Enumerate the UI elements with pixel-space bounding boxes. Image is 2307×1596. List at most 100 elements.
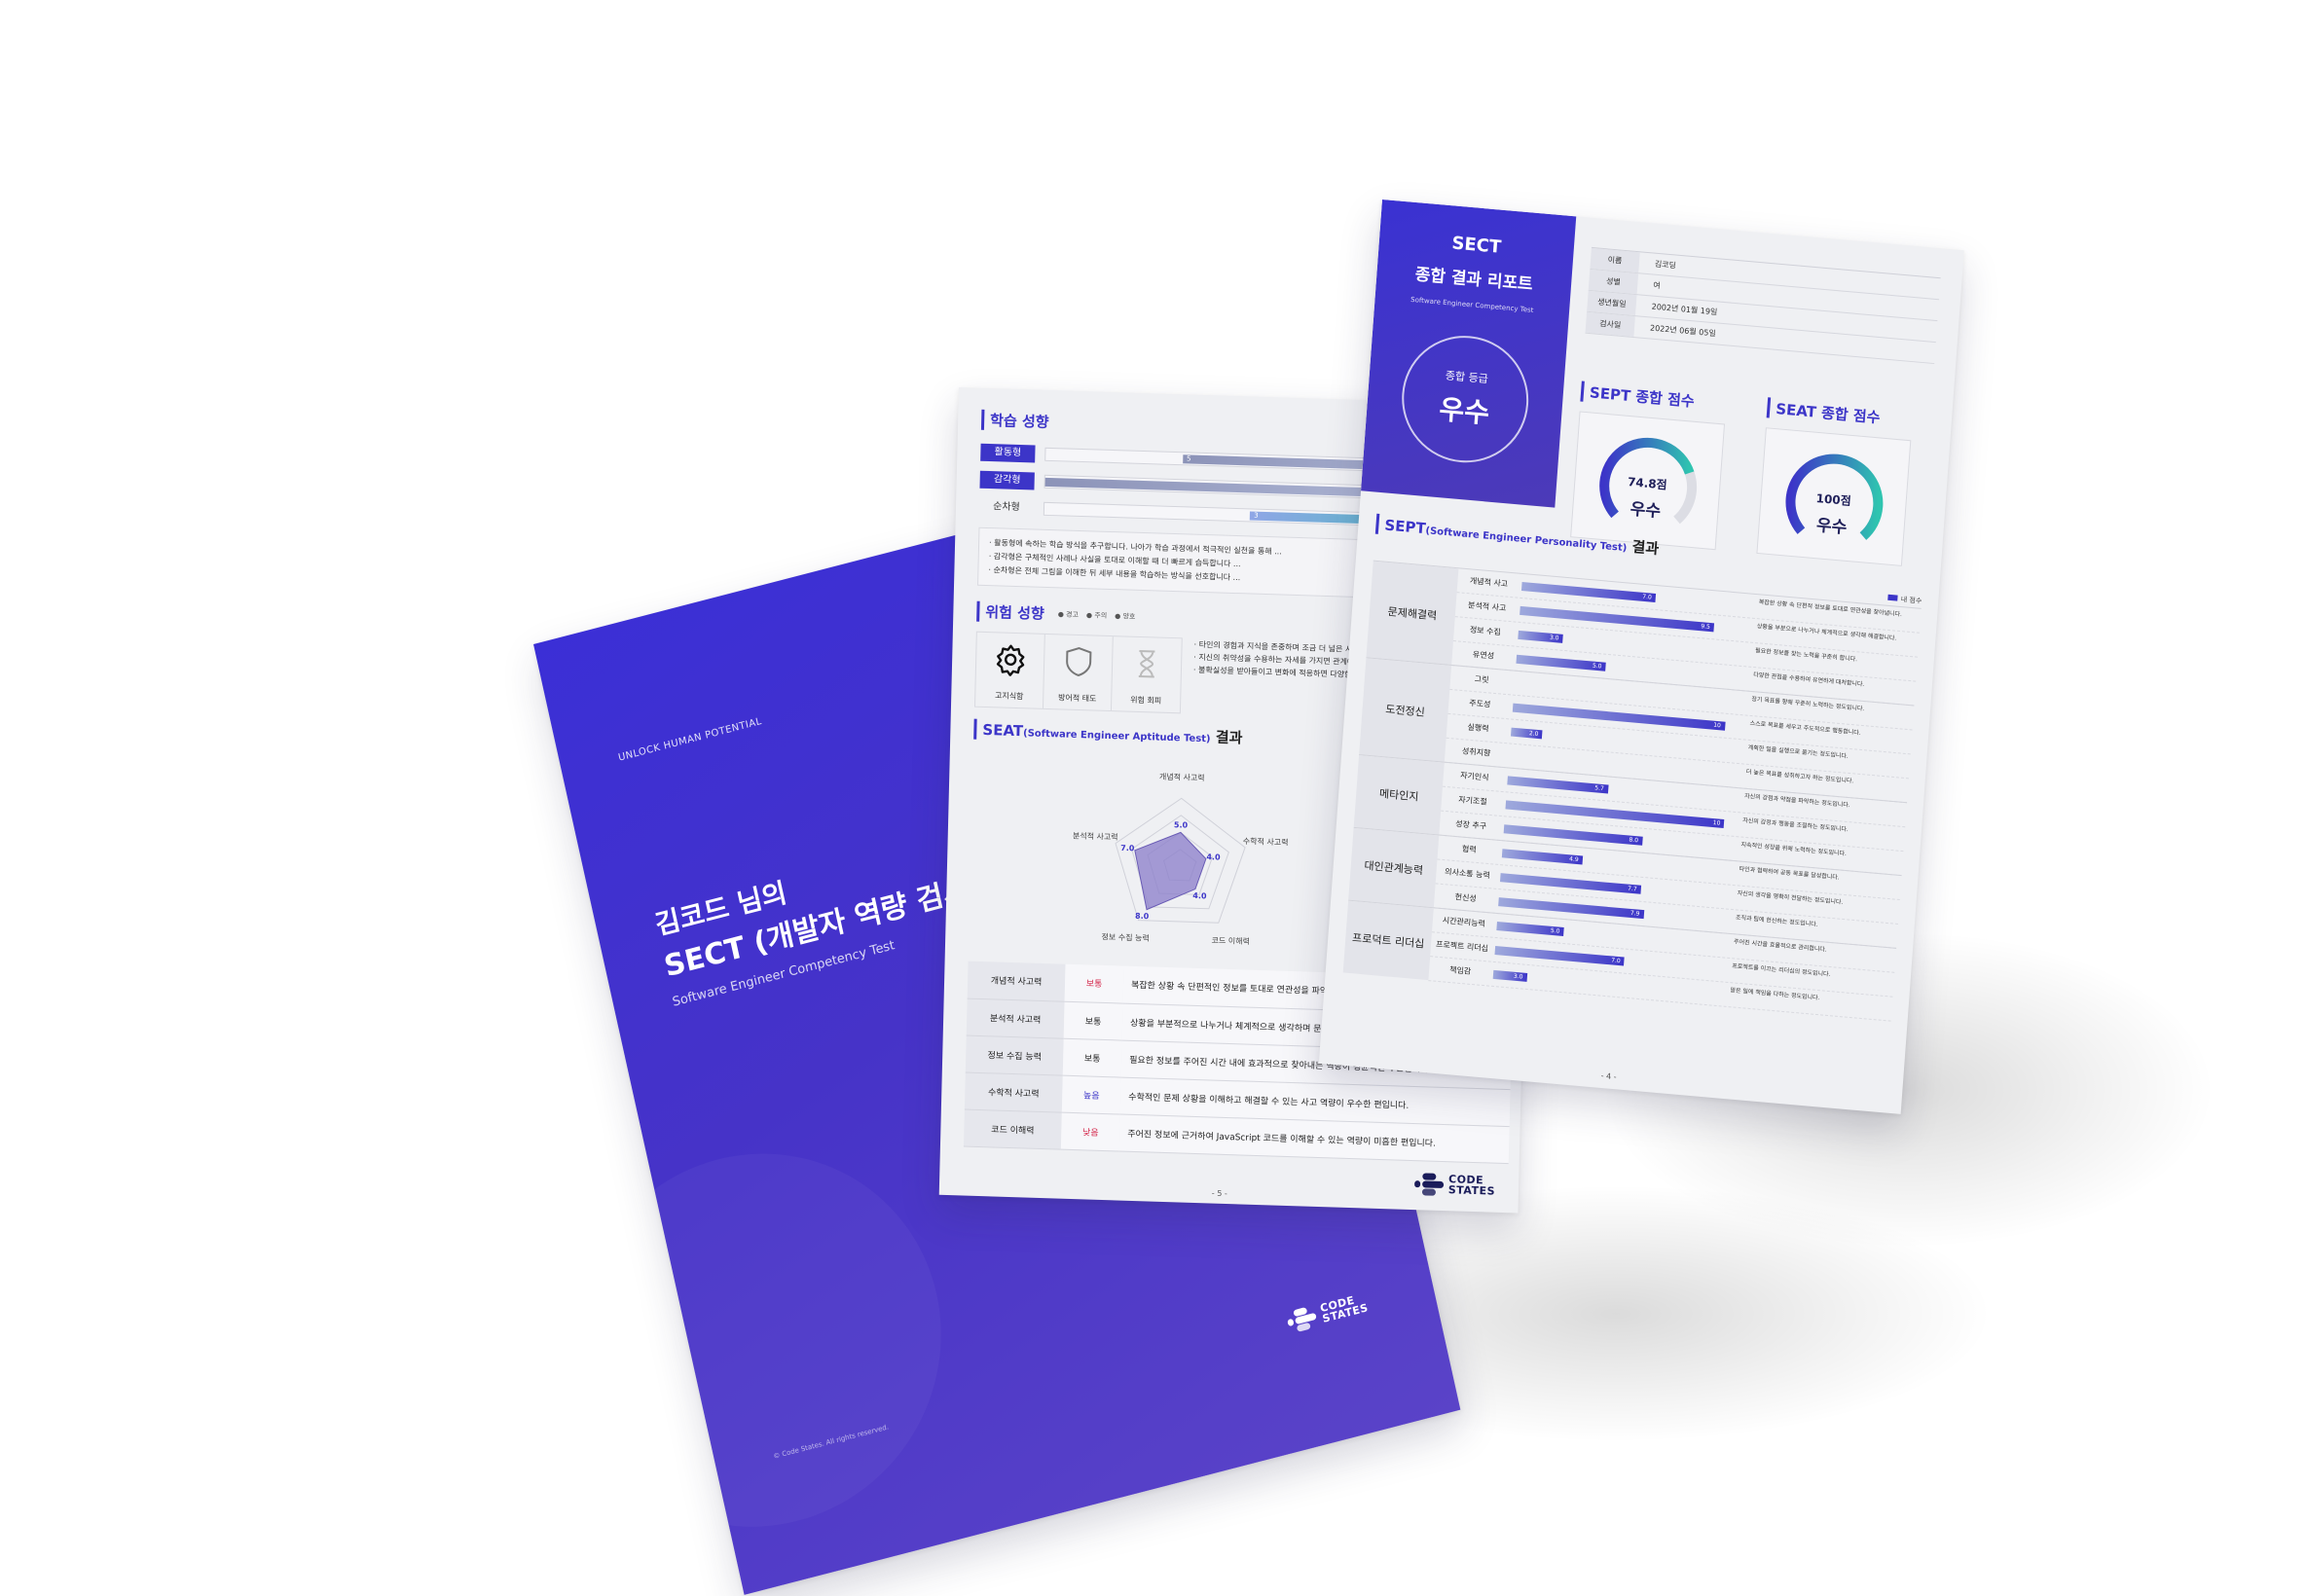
sept-item-label: 성취지향 xyxy=(1461,746,1491,758)
info-key: 성별 xyxy=(1588,269,1639,295)
sept-group-name: 도전정신 xyxy=(1359,658,1452,762)
sept-item-score: 10 xyxy=(1712,818,1721,827)
seat-skill-level: 보통 xyxy=(1064,963,1124,1003)
sept-item-bar: 3.0 xyxy=(1518,630,1563,643)
learning-bar-value: 3 xyxy=(1254,511,1259,520)
radar-axis-label: 개념적 사고력 xyxy=(1159,772,1205,782)
risk-box: 고지식함 xyxy=(974,632,1045,708)
grade-value: 우수 xyxy=(1438,392,1491,430)
sept-item-bar: 5.0 xyxy=(1496,922,1564,937)
mid-logo: CODE STATES xyxy=(1413,1173,1496,1198)
info-key: 검사일 xyxy=(1585,311,1635,338)
sept-group-name: 메타인지 xyxy=(1353,755,1445,835)
seat-skill-name: 수학적 사고력 xyxy=(964,1071,1063,1112)
cover-tagline: UNLOCK HUMAN POTENTIAL xyxy=(617,715,763,764)
risk-label: 고지식함 xyxy=(994,691,1024,702)
gear-icon xyxy=(996,644,1024,676)
seat-skill-level: 높음 xyxy=(1061,1074,1121,1114)
risk-box: 방어적 태도 xyxy=(1043,634,1114,711)
hero-caption: Software Engineer Competency Test xyxy=(1410,295,1534,314)
sept-group-name: 문제해결력 xyxy=(1366,561,1459,665)
radar-value-label: 4.0 xyxy=(1206,852,1221,861)
learning-label: 감각형 xyxy=(979,470,1035,490)
sept-item-label: 책임감 xyxy=(1448,964,1472,976)
sept-item-score: 5.7 xyxy=(1593,784,1605,793)
sept-item-label: 프로젝트 리더십 xyxy=(1435,939,1489,954)
radar-value-label: 4.0 xyxy=(1192,891,1207,900)
sept-item-bar: 3.0 xyxy=(1492,969,1527,982)
sept-gauge: 74.8점 우수 xyxy=(1570,411,1726,551)
sept-item-score: 9.5 xyxy=(1701,623,1711,631)
risk-label: 위험 회피 xyxy=(1130,695,1162,706)
profile-info-table: 이름 김코딩 성별 여 생년월일 2002년 01월 19일 검사일 2022년 06월 05… xyxy=(1585,246,1941,365)
risk-legend-item: ● 양호 xyxy=(1115,611,1136,621)
shield-icon xyxy=(1065,646,1091,677)
sept-item-score: 5.0 xyxy=(1550,926,1560,935)
sept-item-score: 2.0 xyxy=(1528,730,1539,739)
risk-section-title: 위험 성향 xyxy=(976,600,1045,624)
sept-item-label: 실행력 xyxy=(1467,722,1489,734)
sept-item-label: 개념적 사고 xyxy=(1469,576,1509,589)
cover-decoration xyxy=(538,1112,977,1568)
hero-subtitle: 종합 결과 리포트 xyxy=(1414,265,1534,295)
page-number: - 4 - xyxy=(1600,1070,1617,1082)
sept-item-bar xyxy=(1514,678,1516,688)
sept-score-card: SEPT 종합 점수 74.8점 우수 xyxy=(1570,381,1738,552)
sept-group-name: 대인관계능력 xyxy=(1348,827,1440,908)
radar-axis-label: 정보 수집 능력 xyxy=(1101,931,1149,943)
radar-axis-label: 분석적 사고력 xyxy=(1073,830,1118,841)
sept-item-label: 성장 추구 xyxy=(1454,818,1487,831)
seat-skill-level: 낮음 xyxy=(1060,1111,1120,1151)
sept-item-label: 헌신성 xyxy=(1454,892,1478,904)
risk-legend-item: ● 주의 xyxy=(1085,610,1108,620)
info-key: 생년월일 xyxy=(1587,290,1637,316)
grade-ring: 종합 등급 우수 xyxy=(1397,330,1533,468)
sept-item-bar: 4.9 xyxy=(1501,849,1583,865)
sept-item-label: 분석적 사고 xyxy=(1467,600,1507,613)
sept-item-score: 8.0 xyxy=(1629,836,1639,845)
page-number: - 5 - xyxy=(1211,1188,1227,1199)
sept-item-bar xyxy=(1509,751,1510,761)
sept-item-score: 4.9 xyxy=(1568,855,1579,864)
sept-item-score: 7.0 xyxy=(1610,957,1621,965)
sept-item-score: 5.0 xyxy=(1592,662,1602,671)
radar-axis-label: 수학적 사고력 xyxy=(1243,836,1289,847)
code-states-logo-icon xyxy=(1285,1305,1318,1333)
info-value: 여 xyxy=(1652,280,1661,291)
sept-item-score: 7.7 xyxy=(1627,885,1637,893)
radar-value-label: 8.0 xyxy=(1135,912,1150,921)
sept-legend: 내 점수 xyxy=(1887,594,1922,606)
sept-item-label: 유연성 xyxy=(1472,649,1495,661)
seat-skill-name: 정보 수집 능력 xyxy=(965,1034,1064,1075)
sept-item-bar: 2.0 xyxy=(1510,727,1543,740)
risk-legend-item: ● 경고 xyxy=(1057,609,1080,619)
risk-label: 방어적 태도 xyxy=(1057,693,1097,704)
report-hero: SECT 종합 결과 리포트 Software Engineer Compete… xyxy=(1361,200,1577,508)
sept-item-score: 3.0 xyxy=(1513,972,1523,981)
sept-item-score: 7.9 xyxy=(1630,909,1640,918)
seat-skill-name: 개념적 사고력 xyxy=(967,961,1066,1001)
sept-score-title: SEPT 종합 점수 xyxy=(1580,381,1738,416)
seat-skill-name: 분석적 사고력 xyxy=(966,998,1065,1038)
sept-item-label: 의사소통 능력 xyxy=(1444,867,1491,881)
sept-item-score: 3.0 xyxy=(1549,634,1559,642)
sept-item-label: 시간관리능력 xyxy=(1442,916,1486,928)
sept-item-bar: 5.7 xyxy=(1507,776,1609,794)
code-states-logo-icon xyxy=(1413,1173,1445,1196)
learning-bar-value: 5 xyxy=(1187,454,1191,463)
sept-item-label: 그릿 xyxy=(1474,674,1489,685)
radar-value-label: 7.0 xyxy=(1120,844,1135,852)
seat-skill-level: 보통 xyxy=(1062,1037,1122,1077)
sept-item-label: 협력 xyxy=(1461,844,1477,854)
sept-item-label: 자기조절 xyxy=(1457,795,1487,807)
hero-title: SECT xyxy=(1450,233,1502,258)
summary-report-sheet: SECT 종합 결과 리포트 Software Engineer Compete… xyxy=(1318,200,1964,1114)
risk-legend: ● 경고 ● 주의 ● 양호 xyxy=(1058,609,1144,622)
learning-label: 순차형 xyxy=(993,501,1020,514)
sept-item-label: 정보 수집 xyxy=(1469,625,1502,637)
learning-label: 활동형 xyxy=(980,443,1036,463)
mockup-stage: UNLOCK HUMAN POTENTIAL 김코드 님의 SECT (개발자 … xyxy=(0,0,2307,1596)
sept-item-score: 7.0 xyxy=(1642,593,1653,601)
sept-item-label: 주도성 xyxy=(1468,698,1491,709)
seat-score-card: SEAT 종합 점수 100점 우수 xyxy=(1756,397,1923,567)
